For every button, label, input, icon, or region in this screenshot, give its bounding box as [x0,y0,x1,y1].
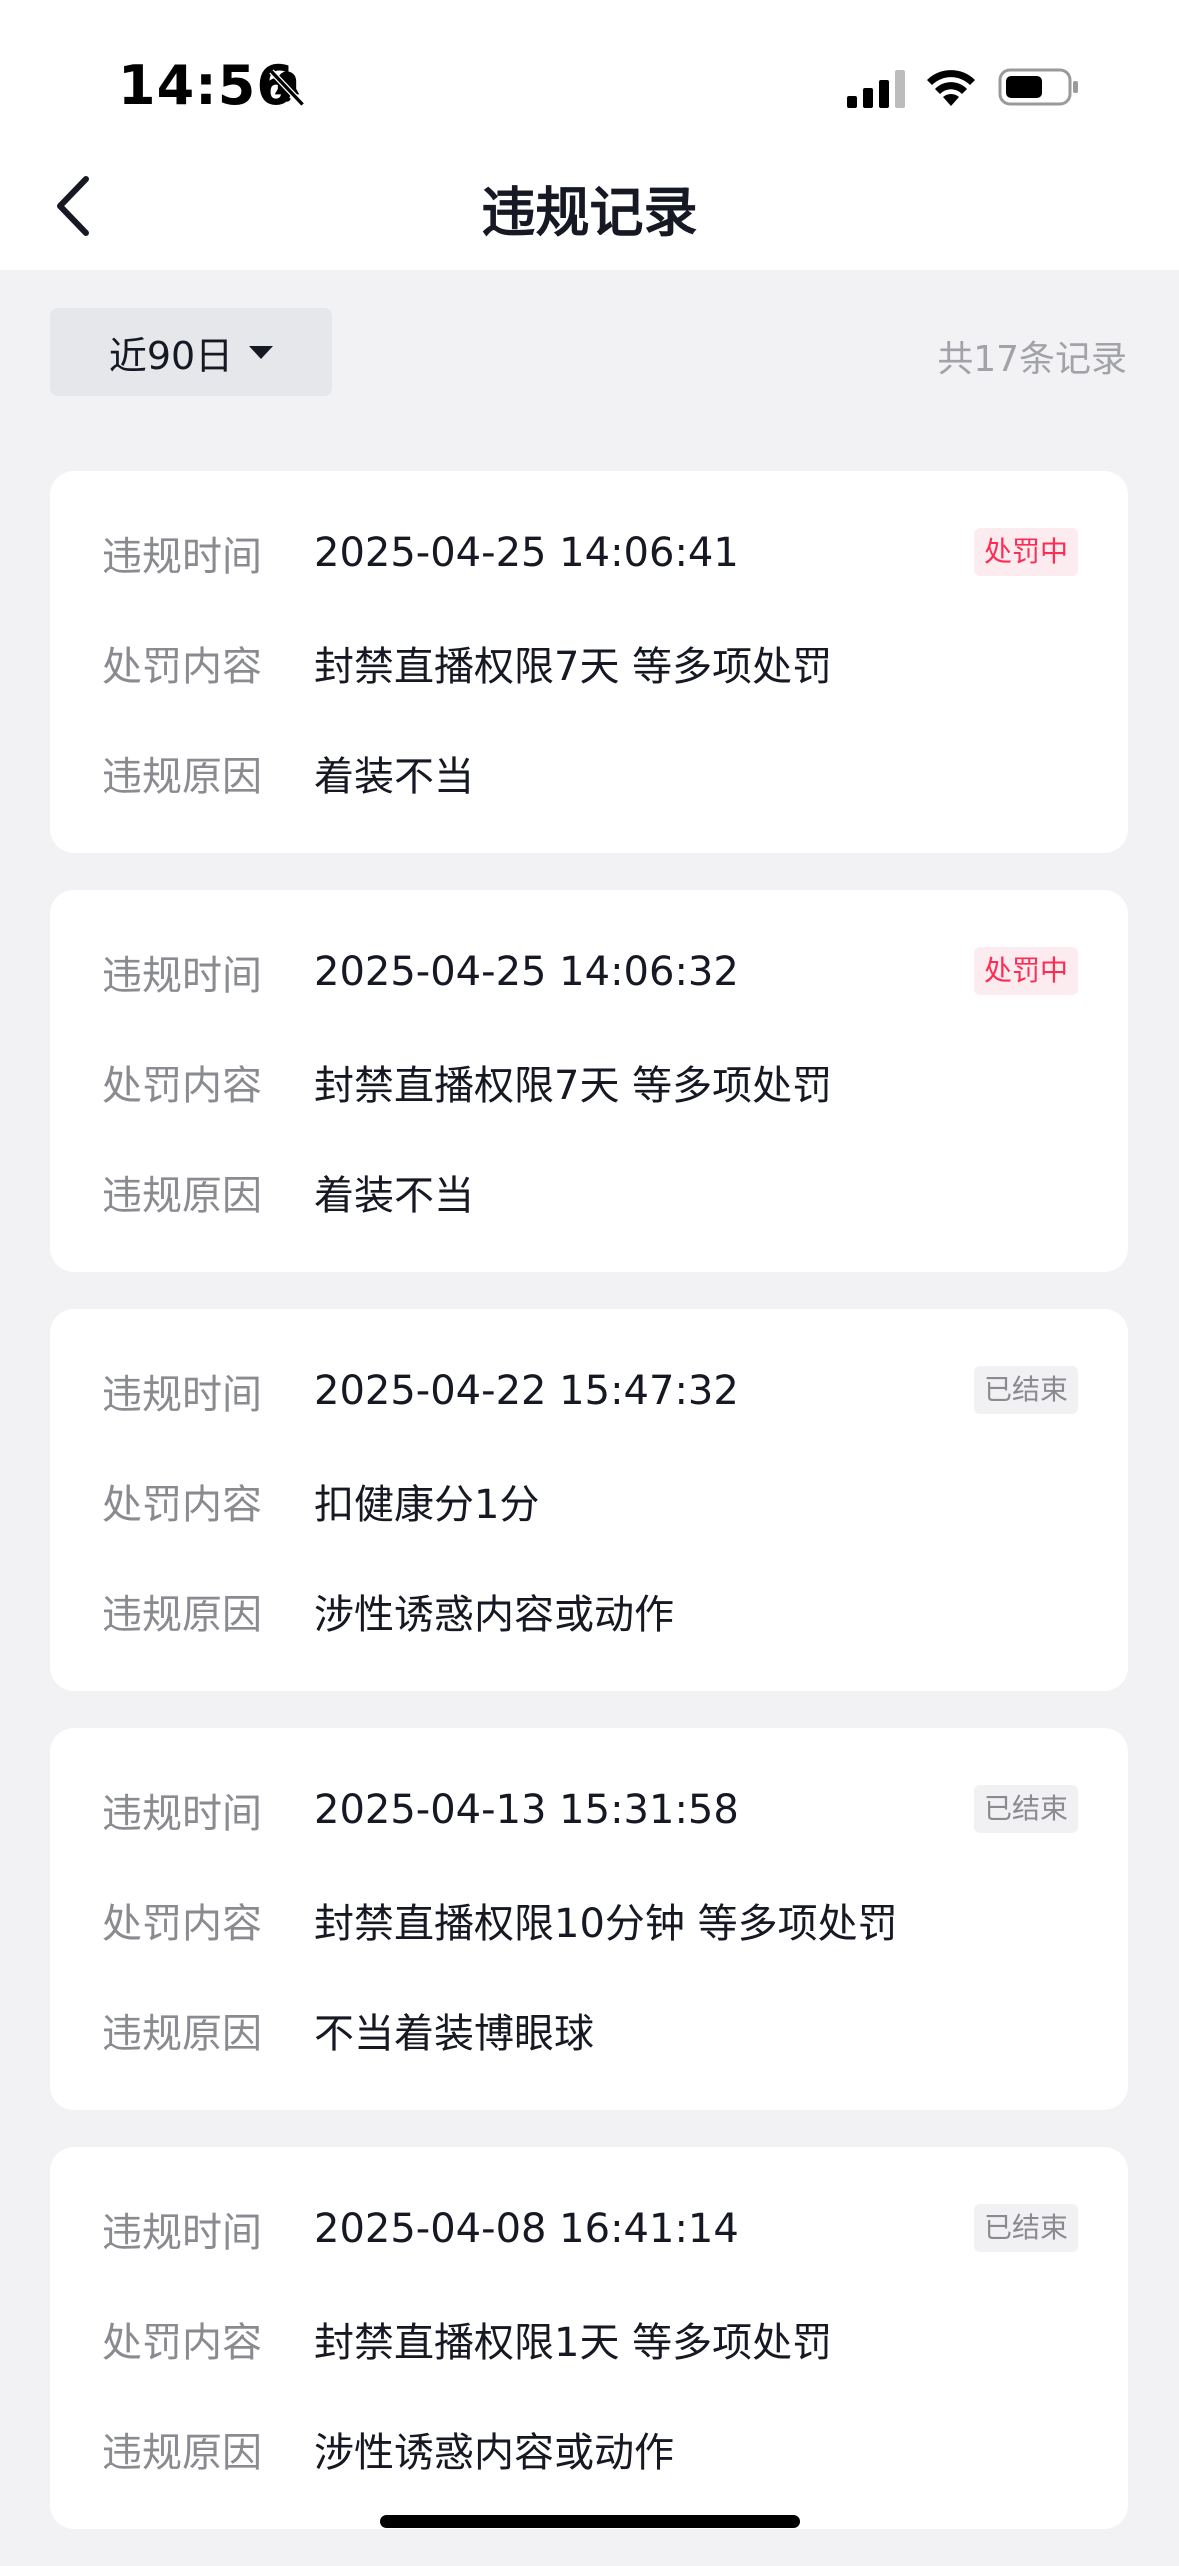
page-title: 违规记录 [481,181,698,244]
date-range-filter[interactable]: 近90日 [50,308,332,396]
time-label: 违规时间 [102,2210,262,2256]
violation-card[interactable]: 违规时间 2025-04-13 15:31:58 已结束 处罚内容 封禁直播权限10… [50,1728,1128,2110]
reason-label: 违规原因 [102,1173,262,1219]
filter-label: 近90日 [108,333,234,378]
status-badge: 处罚中 [973,528,1078,576]
reason-label: 违规原因 [102,754,262,800]
bell-off-icon [269,69,305,107]
penalty-content: 封禁直播权限1天 等多项处罚 [314,2320,833,2366]
wifi-icon [927,70,975,106]
violation-reason: 不当着装博眼球 [314,2011,594,2057]
violation-time: 2025-04-08 16:41:14 [314,2206,739,2252]
content-label: 处罚内容 [102,1482,262,1528]
violation-list: 违规时间 2025-04-25 14:06:41 处罚中 处罚内容 封禁直播权限7天… [50,471,1128,2566]
status-badge: 已结束 [973,1366,1078,1414]
violation-reason: 着装不当 [314,754,474,800]
penalty-content: 扣健康分1分 [314,1482,540,1528]
home-indicator[interactable] [380,2515,800,2528]
reason-label: 违规原因 [102,2011,262,2057]
violation-time: 2025-04-25 14:06:41 [314,530,739,576]
penalty-content: 封禁直播权限7天 等多项处罚 [314,644,833,690]
status-bar: 14:56 [0,0,1179,160]
battery-icon [998,68,1078,106]
status-badge: 已结束 [973,2204,1078,2252]
violation-time: 2025-04-22 15:47:32 [314,1368,739,1414]
violation-card[interactable]: 违规时间 2025-04-25 14:06:41 处罚中 处罚内容 封禁直播权限7天… [50,471,1128,853]
violation-time: 2025-04-25 14:06:32 [314,949,739,995]
content-label: 处罚内容 [102,1901,262,1947]
reason-label: 违规原因 [102,1592,262,1638]
time-label: 违规时间 [102,953,262,999]
caret-down-icon [249,345,274,359]
violation-reason: 着装不当 [314,1173,474,1219]
content-label: 处罚内容 [102,1063,262,1109]
violation-time: 2025-04-13 15:31:58 [314,1787,739,1833]
violation-card[interactable]: 违规时间 2025-04-22 15:47:32 已结束 处罚内容 扣健康分1分 违… [50,1309,1128,1691]
content-label: 处罚内容 [102,644,262,690]
record-count: 共17条记录 [937,339,1127,380]
content-label: 处罚内容 [102,2320,262,2366]
reason-label: 违规原因 [102,2430,262,2476]
violation-reason: 涉性诱惑内容或动作 [314,1592,674,1638]
status-badge: 已结束 [973,1785,1078,1833]
violation-card[interactable]: 违规时间 2025-04-08 16:41:14 已结束 处罚内容 封禁直播权限1天… [50,2147,1128,2529]
time-label: 违规时间 [102,1372,262,1418]
nav-bar: 违规记录 [0,140,1179,270]
status-badge: 处罚中 [973,947,1078,995]
violation-card[interactable]: 违规时间 2025-04-25 14:06:32 处罚中 处罚内容 封禁直播权限7天… [50,890,1128,1272]
time-label: 违规时间 [102,534,262,580]
penalty-content: 封禁直播权限10分钟 等多项处罚 [314,1901,898,1947]
signal-icon [847,70,905,108]
penalty-content: 封禁直播权限7天 等多项处罚 [314,1063,833,1109]
time-label: 违规时间 [102,1791,262,1837]
violation-reason: 涉性诱惑内容或动作 [314,2430,674,2476]
